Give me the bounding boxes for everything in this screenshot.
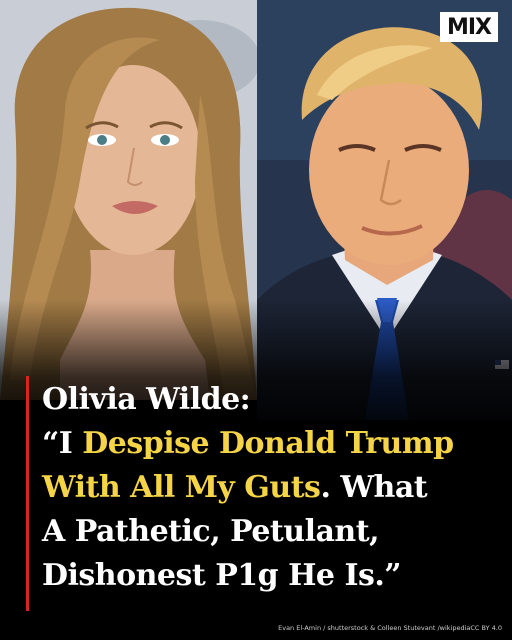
highlight-text-1: Despise Donald Trump xyxy=(82,426,454,461)
logo-text: MIX xyxy=(446,14,492,40)
headline-line-2: “I Despise Donald Trump xyxy=(42,422,504,466)
post-card: MIX Olivia Wilde: “I Despise Donald Trum… xyxy=(0,0,512,640)
headline-line-3-rest: . What xyxy=(320,470,428,505)
headline-line-1: Olivia Wilde: xyxy=(42,382,251,417)
headline-line-3: With All My Guts. What xyxy=(42,466,504,510)
mix-logo: MIX xyxy=(440,12,498,42)
highlight-text-2: With All My Guts xyxy=(42,470,321,505)
photo-credit: Evan El-Amin / shutterstock & Colleen St… xyxy=(278,624,502,632)
quote-open-text: “I xyxy=(42,426,83,461)
headline: Olivia Wilde: “I Despise Donald Trump Wi… xyxy=(42,378,504,598)
headline-line-4: A Pathetic, Petulant, xyxy=(42,514,380,549)
headline-accent-bar xyxy=(26,376,29,611)
headline-line-5: Dishonest P1g He Is.” xyxy=(42,558,402,593)
